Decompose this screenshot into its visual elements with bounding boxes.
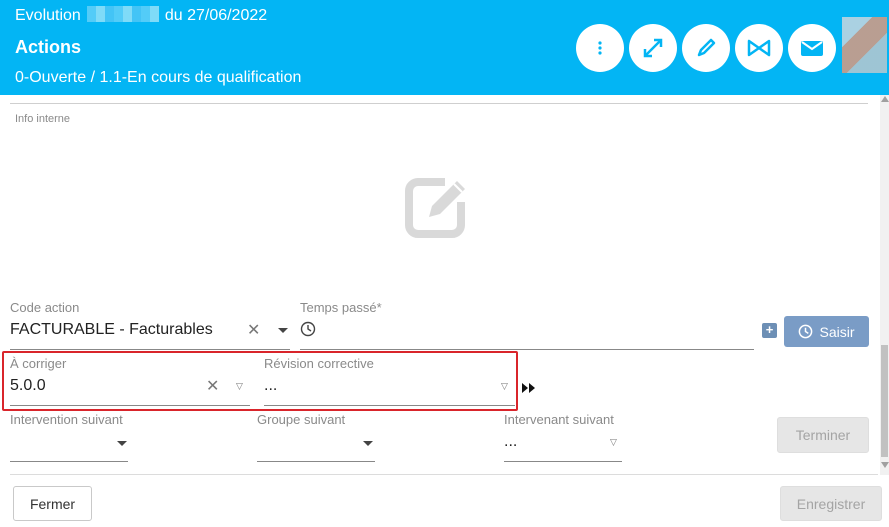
code-action-dropdown-icon[interactable] — [278, 328, 288, 333]
code-action-underline — [10, 349, 290, 350]
bowtie-icon — [747, 39, 771, 57]
clock-icon — [799, 324, 813, 339]
more-options-button[interactable] — [576, 24, 624, 72]
a-corriger-select[interactable]: 5.0.0 — [10, 377, 46, 395]
intervenant-suivant-label: Intervenant suivant — [504, 412, 614, 427]
info-interne-label: Info interne — [15, 113, 71, 125]
a-corriger-dropdown-icon[interactable]: ▽ — [236, 381, 243, 392]
temps-passe-underline — [300, 349, 754, 350]
edit-note-icon — [405, 178, 469, 238]
code-action-label: Code action — [10, 300, 80, 315]
intervenant-suivant-dropdown-icon[interactable]: ▽ — [610, 437, 617, 448]
fast-forward-icon — [522, 383, 535, 393]
intervenant-suivant-underline — [504, 461, 622, 462]
info-interne-editor[interactable] — [405, 170, 473, 238]
title-prefix: Evolution — [15, 7, 81, 24]
clear-code-action-icon[interactable]: ✕ — [247, 320, 260, 340]
saisir-button[interactable]: Saisir — [784, 316, 869, 347]
fermer-button[interactable]: Fermer — [13, 486, 92, 521]
revision-corrective-underline — [264, 405, 515, 406]
enregistrer-button[interactable]: Enregistrer — [780, 486, 882, 521]
highlight-box — [2, 351, 518, 411]
intervenant-suivant-select[interactable]: ... — [504, 433, 517, 451]
groupe-suivant-underline — [257, 461, 375, 462]
pen-icon — [697, 38, 716, 57]
divider — [10, 103, 868, 104]
intervention-suivant-label: Intervention suivant — [10, 412, 123, 427]
revision-corrective-label: Révision corrective — [264, 356, 374, 371]
edit-button[interactable] — [682, 24, 730, 72]
more-vertical-icon — [598, 41, 602, 55]
a-corriger-label: À corriger — [10, 356, 67, 371]
a-corriger-underline — [10, 405, 250, 406]
clock-icon — [300, 321, 316, 337]
avatar[interactable] — [842, 17, 887, 73]
footer-divider — [10, 474, 878, 475]
workflow-button[interactable] — [735, 24, 783, 72]
expand-button[interactable] — [629, 24, 677, 72]
redacted-reference — [86, 6, 159, 22]
code-action-select[interactable]: FACTURABLE - Facturables — [10, 321, 213, 339]
revision-corrective-select[interactable]: ... — [264, 377, 277, 395]
header-bar: Evolution du 27/06/2022 Actions 0-Ouverte… — [0, 0, 889, 95]
groupe-suivant-label: Groupe suivant — [257, 412, 346, 427]
scrollbar-thumb[interactable] — [881, 345, 888, 457]
scroll-down-arrow[interactable] — [881, 462, 889, 468]
saisir-label: Saisir — [819, 323, 855, 340]
clear-a-corriger-icon[interactable]: ✕ — [206, 376, 219, 396]
fast-forward-button[interactable] — [521, 381, 537, 399]
intervention-suivant-dropdown-icon[interactable] — [117, 441, 127, 446]
add-time-button[interactable]: + — [762, 323, 777, 338]
page-title: Actions — [15, 37, 82, 57]
title-suffix: du 27/06/2022 — [164, 7, 268, 24]
revision-corrective-dropdown-icon[interactable]: ▽ — [501, 381, 508, 392]
terminer-button[interactable]: Terminer — [777, 417, 869, 453]
groupe-suivant-dropdown-icon[interactable] — [363, 441, 373, 446]
intervention-suivant-underline — [10, 461, 128, 462]
expand-icon — [643, 38, 663, 58]
envelope-icon — [801, 41, 823, 56]
email-button[interactable] — [788, 24, 836, 72]
window-title: Evolution du 27/06/2022 — [15, 6, 267, 25]
temps-passe-label: Temps passé* — [300, 300, 382, 315]
status-text: 0-Ouverte / 1.1-En cours de qualificatio… — [15, 69, 302, 86]
scroll-up-arrow[interactable] — [881, 96, 889, 102]
